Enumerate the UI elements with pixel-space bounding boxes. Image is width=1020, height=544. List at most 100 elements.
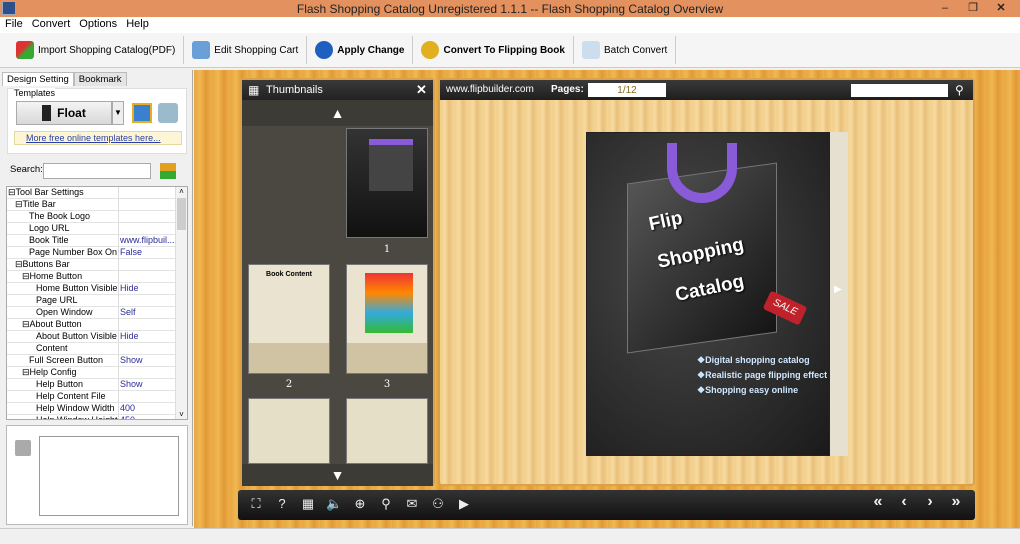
grid-icon: ▦	[248, 83, 260, 97]
property-row[interactable]: Page URL	[7, 295, 187, 307]
search-icon[interactable]: ⚲	[955, 80, 964, 100]
apply-change-button[interactable]: Apply Change	[307, 36, 414, 64]
property-value[interactable]: www.flipbuil...	[119, 235, 176, 246]
property-row[interactable]: ⊟Help Config	[7, 367, 187, 379]
thumbnail-page-5[interactable]	[346, 398, 428, 464]
property-row[interactable]: Help Window Height 450	[7, 415, 187, 419]
menu-file[interactable]: File	[0, 17, 27, 30]
more-templates-link[interactable]: More free online templates here...	[14, 131, 182, 145]
property-value[interactable]	[119, 367, 176, 378]
sound-icon[interactable]: 🔈	[326, 496, 342, 512]
property-row[interactable]: Help Button Show	[7, 379, 187, 391]
property-value[interactable]: 400	[119, 403, 176, 414]
property-row[interactable]: Help Window Width 400	[7, 403, 187, 415]
property-name: Page Number Box On ...	[7, 247, 119, 258]
property-value[interactable]: 450	[119, 415, 176, 419]
property-value[interactable]	[119, 211, 176, 222]
property-value[interactable]	[119, 223, 176, 234]
import-pdf-button[interactable]: Import Shopping Catalog(PDF)	[8, 36, 185, 64]
scroll-up-button[interactable]: ▲	[242, 100, 433, 126]
property-grid-scrollbar[interactable]: ˄ ˅	[175, 187, 187, 419]
site-link[interactable]: www.flipbuilder.com	[446, 80, 534, 100]
email-icon[interactable]: ✉	[404, 496, 420, 512]
property-row[interactable]: ⊟Buttons Bar	[7, 259, 187, 271]
convert-button[interactable]: Convert To Flipping Book	[413, 36, 574, 64]
tab-bookmark[interactable]: Bookmark	[73, 72, 127, 86]
next-page-icon[interactable]: ›	[922, 493, 938, 511]
property-row[interactable]: Open Window Self	[7, 307, 187, 319]
thumbnail-page-3[interactable]	[346, 264, 428, 374]
menu-options[interactable]: Options	[74, 17, 121, 30]
menu-convert[interactable]: Convert	[27, 17, 75, 30]
tab-design-setting[interactable]: Design Setting	[2, 72, 74, 86]
search-icon[interactable]: ⚲	[378, 496, 394, 512]
social-share-icon[interactable]: ⚇	[430, 496, 446, 512]
help-icon[interactable]: ?	[274, 496, 290, 511]
page-number-input[interactable]	[588, 83, 666, 97]
edit-cart-button[interactable]: Edit Shopping Cart	[184, 36, 308, 64]
property-row[interactable]: Home Button Visible Hide	[7, 283, 187, 295]
template-select[interactable]: Float	[16, 101, 112, 125]
property-value[interactable]	[119, 187, 176, 198]
property-row[interactable]: Page Number Box On ... False	[7, 247, 187, 259]
property-row[interactable]: ⊟Title Bar	[7, 199, 187, 211]
property-value[interactable]	[119, 295, 176, 306]
edit-cart-icon	[192, 41, 211, 59]
property-row[interactable]: Full Screen Button Show	[7, 355, 187, 367]
menu-help[interactable]: Help	[121, 17, 153, 30]
template-dropdown-button[interactable]: ▼	[112, 101, 124, 125]
thumbnail-page-4[interactable]	[248, 398, 330, 464]
prev-page-icon[interactable]: ‹	[896, 493, 912, 511]
property-row[interactable]: Logo URL	[7, 223, 187, 235]
save-template-icon[interactable]	[132, 103, 152, 123]
thumbnails-icon[interactable]: ▦	[300, 496, 316, 512]
property-value[interactable]	[119, 271, 176, 282]
property-value[interactable]	[119, 391, 176, 402]
property-row[interactable]: ⊟Tool Bar Settings	[7, 187, 187, 199]
apply-icon	[315, 41, 334, 59]
property-row[interactable]: Content	[7, 343, 187, 355]
property-row[interactable]: ⊟About Button	[7, 319, 187, 331]
property-name: Book Title	[7, 235, 119, 246]
batch-convert-button[interactable]: Batch Convert	[574, 36, 677, 64]
book-search-input[interactable]	[851, 84, 948, 97]
import-label: Import Shopping Catalog(PDF)	[38, 44, 176, 56]
close-thumbnails-icon[interactable]: ✕	[416, 80, 427, 100]
thumbnail-page-1[interactable]	[346, 128, 428, 238]
load-template-icon[interactable]	[158, 103, 178, 123]
property-row[interactable]: The Book Logo	[7, 211, 187, 223]
property-value[interactable]: Show	[119, 355, 176, 366]
search-input[interactable]	[43, 163, 151, 179]
convert-label: Convert To Flipping Book	[443, 44, 565, 56]
property-value[interactable]: Self	[119, 307, 176, 318]
settings-panel: Design Setting Bookmark Templates Float …	[0, 70, 193, 526]
property-name: Full Screen Button	[7, 355, 119, 366]
property-row[interactable]: Help Content File	[7, 391, 187, 403]
property-value[interactable]: Hide	[119, 283, 176, 294]
last-page-icon[interactable]: »	[948, 493, 964, 511]
property-value[interactable]	[119, 199, 176, 210]
property-value[interactable]: Show	[119, 379, 176, 390]
pages-label: Pages:	[551, 84, 584, 95]
property-row[interactable]: ⊟Home Button	[7, 271, 187, 283]
property-value[interactable]: False	[119, 247, 176, 258]
property-value[interactable]	[119, 319, 176, 330]
scroll-down-button[interactable]: ▼	[242, 464, 433, 486]
first-page-icon[interactable]: «	[870, 493, 886, 511]
restore-button[interactable]: ❐	[960, 0, 986, 17]
property-value[interactable]	[119, 343, 176, 354]
property-row[interactable]: Book Title www.flipbuil...	[7, 235, 187, 247]
zoom-in-icon[interactable]: ⊕	[352, 496, 368, 512]
title-bar: Flash Shopping Catalog Unregistered 1.1.…	[0, 0, 1020, 17]
property-value[interactable]	[119, 259, 176, 270]
property-row[interactable]: About Button Visible Hide	[7, 331, 187, 343]
close-button[interactable]: ✕	[988, 0, 1014, 17]
thumbnail-page-2[interactable]: Book Content	[248, 264, 330, 374]
fullscreen-icon[interactable]: ⛶	[248, 496, 264, 512]
book-cover-page[interactable]: Flip Shopping Catalog SALE ❖Digital shop…	[586, 132, 830, 456]
property-value[interactable]: Hide	[119, 331, 176, 342]
autoplay-icon[interactable]: ▶	[456, 496, 472, 512]
filter-icon[interactable]	[160, 163, 176, 179]
minimize-button[interactable]: ‒	[932, 0, 958, 17]
next-page-edge[interactable]: ▶	[830, 132, 848, 456]
